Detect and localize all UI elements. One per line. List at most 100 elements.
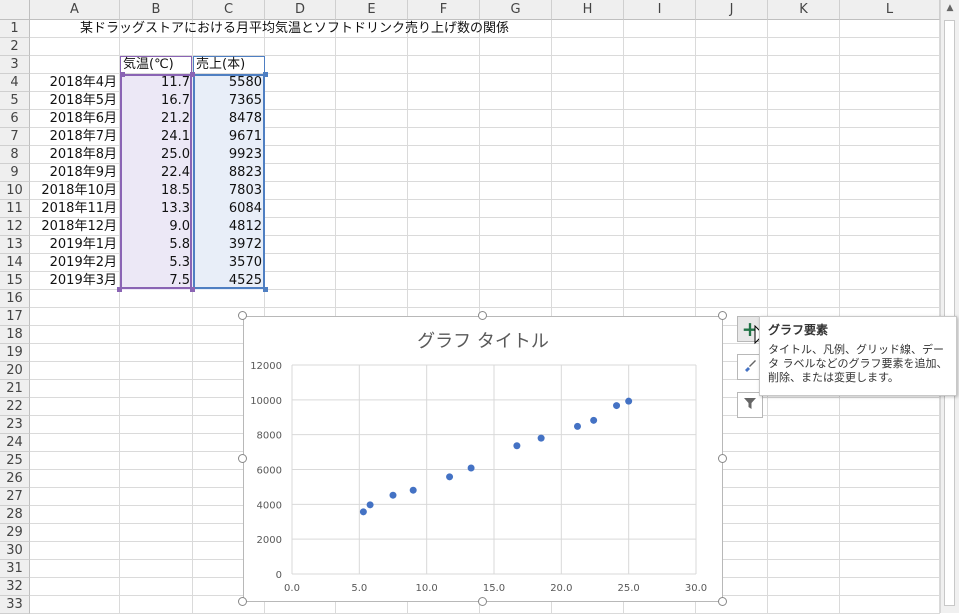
column-header-l[interactable]: L bbox=[840, 0, 940, 20]
column-header-c[interactable]: C bbox=[193, 0, 265, 20]
cell-month[interactable]: 2018年5月 bbox=[30, 92, 120, 110]
range-handle[interactable] bbox=[117, 287, 122, 292]
cell-sales[interactable]: 8823 bbox=[193, 164, 265, 182]
range-handle[interactable] bbox=[120, 72, 125, 77]
chart-resize-handle[interactable] bbox=[238, 311, 247, 320]
row-header-2[interactable]: 2 bbox=[0, 38, 30, 56]
column-header-e[interactable]: E bbox=[336, 0, 408, 20]
row-header-24[interactable]: 24 bbox=[0, 434, 30, 452]
row-header-22[interactable]: 22 bbox=[0, 398, 30, 416]
data-point[interactable] bbox=[409, 486, 417, 494]
column-header-k[interactable]: K bbox=[768, 0, 840, 20]
chart-resize-handle[interactable] bbox=[718, 311, 727, 320]
column-header-d[interactable]: D bbox=[265, 0, 336, 20]
row-header-1[interactable]: 1 bbox=[0, 20, 30, 38]
scatter-chart[interactable]: グラフ タイトル 0 2000 4000 6000 8000 10000 12000 0.0 5… bbox=[243, 316, 723, 602]
row-header-14[interactable]: 14 bbox=[0, 254, 30, 272]
chart-resize-handle[interactable] bbox=[238, 454, 247, 463]
row-header-20[interactable]: 20 bbox=[0, 362, 30, 380]
row-header-28[interactable]: 28 bbox=[0, 506, 30, 524]
cell-month[interactable]: 2019年2月 bbox=[30, 254, 120, 272]
vertical-scrollbar[interactable]: ▲ bbox=[940, 0, 959, 613]
chart-resize-handle[interactable] bbox=[478, 311, 487, 320]
header-temp[interactable]: 気温(℃) bbox=[123, 56, 174, 74]
data-point[interactable] bbox=[359, 508, 367, 516]
chart-resize-handle[interactable] bbox=[478, 597, 487, 606]
row-header-30[interactable]: 30 bbox=[0, 542, 30, 560]
data-point[interactable] bbox=[590, 416, 598, 424]
data-point[interactable] bbox=[446, 473, 454, 481]
row-header-23[interactable]: 23 bbox=[0, 416, 30, 434]
column-header-a[interactable]: A bbox=[30, 0, 120, 20]
column-header-g[interactable]: G bbox=[480, 0, 552, 20]
range-handle[interactable] bbox=[190, 287, 195, 292]
chart-resize-handle[interactable] bbox=[718, 597, 727, 606]
range-handle[interactable] bbox=[190, 72, 195, 77]
cell-temp[interactable]: 24.1 bbox=[120, 128, 193, 146]
cell-temp[interactable]: 5.3 bbox=[120, 254, 193, 272]
row-header-32[interactable]: 32 bbox=[0, 578, 30, 596]
cell-sales[interactable]: 3570 bbox=[193, 254, 265, 272]
select-all-corner[interactable] bbox=[0, 0, 30, 20]
row-header-5[interactable]: 5 bbox=[0, 92, 30, 110]
row-header-31[interactable]: 31 bbox=[0, 560, 30, 578]
cell-sales[interactable]: 5580 bbox=[193, 74, 265, 92]
data-point[interactable] bbox=[625, 397, 633, 405]
cell-sales[interactable]: 3972 bbox=[193, 236, 265, 254]
row-header-19[interactable]: 19 bbox=[0, 344, 30, 362]
cell-month[interactable]: 2018年11月 bbox=[30, 200, 120, 218]
row-header-9[interactable]: 9 bbox=[0, 164, 30, 182]
row-header-29[interactable]: 29 bbox=[0, 524, 30, 542]
data-point[interactable] bbox=[366, 501, 374, 509]
cell-sales[interactable]: 9671 bbox=[193, 128, 265, 146]
cell-month[interactable]: 2018年7月 bbox=[30, 128, 120, 146]
cell-temp[interactable]: 25.0 bbox=[120, 146, 193, 164]
row-header-8[interactable]: 8 bbox=[0, 146, 30, 164]
cell-month[interactable]: 2018年8月 bbox=[30, 146, 120, 164]
row-header-4[interactable]: 4 bbox=[0, 74, 30, 92]
chart-resize-handle[interactable] bbox=[238, 597, 247, 606]
cell-month[interactable]: 2019年3月 bbox=[30, 272, 120, 290]
row-header-11[interactable]: 11 bbox=[0, 200, 30, 218]
cell-temp[interactable]: 21.2 bbox=[120, 110, 193, 128]
data-point[interactable] bbox=[467, 464, 475, 472]
cell-temp[interactable]: 9.0 bbox=[120, 218, 193, 236]
cell-temp[interactable]: 13.3 bbox=[120, 200, 193, 218]
range-handle[interactable] bbox=[263, 72, 268, 77]
cell-sales[interactable]: 7803 bbox=[193, 182, 265, 200]
sheet-title[interactable]: 某ドラッグストアにおける月平均気温とソフトドリンク売り上げ数の関係 bbox=[80, 20, 509, 38]
row-header-13[interactable]: 13 bbox=[0, 236, 30, 254]
cell-month[interactable]: 2018年10月 bbox=[30, 182, 120, 200]
row-header-3[interactable]: 3 bbox=[0, 56, 30, 74]
header-sales[interactable]: 売上(本) bbox=[196, 56, 245, 74]
row-header-21[interactable]: 21 bbox=[0, 380, 30, 398]
row-header-10[interactable]: 10 bbox=[0, 182, 30, 200]
column-header-f[interactable]: F bbox=[408, 0, 480, 20]
chart-resize-handle[interactable] bbox=[718, 454, 727, 463]
cell-month[interactable]: 2018年6月 bbox=[30, 110, 120, 128]
cell-sales[interactable]: 6084 bbox=[193, 200, 265, 218]
cell-temp[interactable]: 18.5 bbox=[120, 182, 193, 200]
range-handle[interactable] bbox=[263, 287, 268, 292]
row-header-17[interactable]: 17 bbox=[0, 308, 30, 326]
data-point[interactable] bbox=[613, 402, 621, 410]
cell-month[interactable]: 2018年12月 bbox=[30, 218, 120, 236]
cell-month[interactable]: 2018年9月 bbox=[30, 164, 120, 182]
row-header-25[interactable]: 25 bbox=[0, 452, 30, 470]
row-header-18[interactable]: 18 bbox=[0, 326, 30, 344]
chart-plot-area[interactable]: 0 2000 4000 6000 8000 10000 12000 0.0 5.0 10.0 15.… bbox=[244, 317, 722, 601]
data-point[interactable] bbox=[389, 491, 397, 499]
column-header-j[interactable]: J bbox=[696, 0, 768, 20]
cell-sales[interactable]: 4525 bbox=[193, 272, 265, 290]
data-point[interactable] bbox=[537, 434, 545, 442]
cell-sales[interactable]: 4812 bbox=[193, 218, 265, 236]
cell-sales[interactable]: 9923 bbox=[193, 146, 265, 164]
scroll-thumb[interactable] bbox=[944, 20, 955, 606]
data-point[interactable] bbox=[513, 442, 521, 450]
row-header-26[interactable]: 26 bbox=[0, 470, 30, 488]
cell-temp[interactable]: 7.5 bbox=[120, 272, 193, 290]
column-header-b[interactable]: B bbox=[120, 0, 193, 20]
cell-month[interactable]: 2018年4月 bbox=[30, 74, 120, 92]
cell-temp[interactable]: 5.8 bbox=[120, 236, 193, 254]
row-header-33[interactable]: 33 bbox=[0, 596, 30, 614]
